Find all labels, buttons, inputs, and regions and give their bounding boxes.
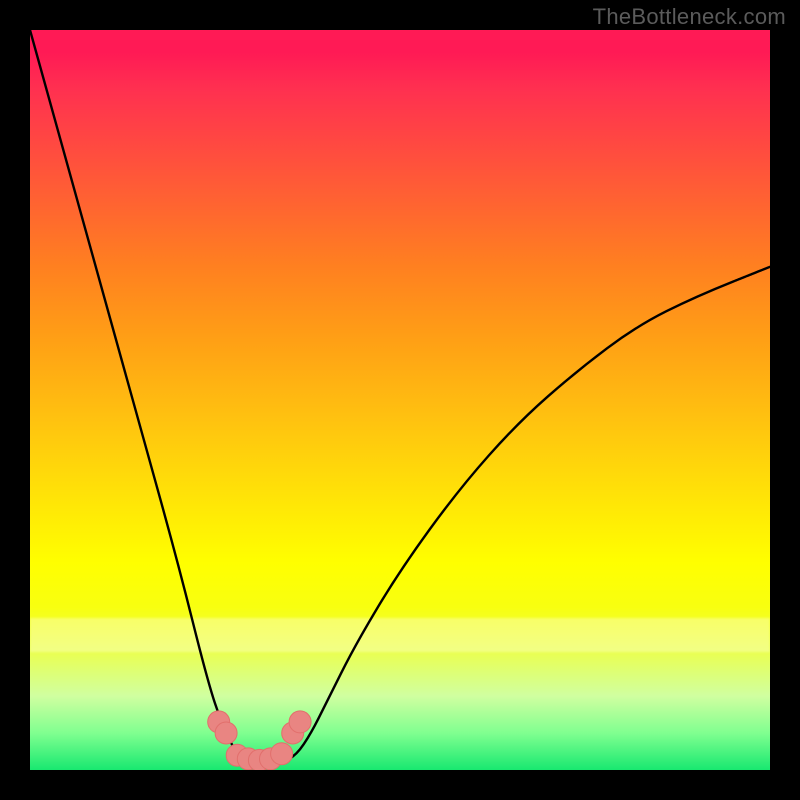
watermark-text: TheBottleneck.com: [593, 4, 786, 30]
bottleneck-curve: [30, 30, 770, 763]
marker-dot: [271, 743, 293, 765]
chart-frame: TheBottleneck.com: [0, 0, 800, 800]
marker-group: [208, 711, 311, 770]
marker-dot: [215, 722, 237, 744]
marker-dot: [289, 711, 311, 733]
plot-area: [30, 30, 770, 770]
curve-layer: [30, 30, 770, 770]
